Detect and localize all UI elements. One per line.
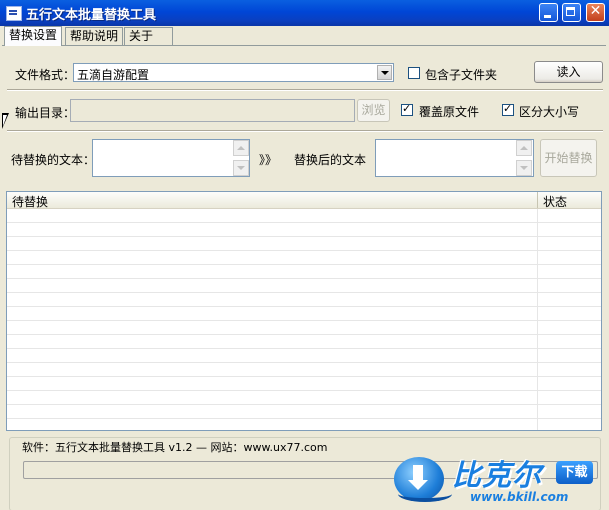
swoosh-icon: [398, 486, 452, 502]
main-window: 五行文本批量替换工具 ✕ 替换设置 帮助说明 关于 文件格式： 五滴自游配置 包…: [0, 0, 609, 510]
include-subfolders-label: 包含子文件夹: [425, 68, 498, 82]
maximize-icon: [566, 7, 575, 16]
minimize-icon: [544, 15, 551, 18]
software-info: 软件：五行文本批量替换工具 v1.2 — 网站：www.ux77.com: [20, 439, 330, 455]
file-format-label: 文件格式：: [15, 68, 76, 82]
find-label: 待替换的文本：: [11, 153, 96, 167]
separator: [7, 130, 603, 132]
file-format-value: 五滴自游配置: [77, 68, 150, 82]
chevron-down-icon[interactable]: [377, 65, 392, 80]
list-body[interactable]: [7, 209, 601, 430]
column-divider[interactable]: [537, 192, 538, 208]
minimize-button[interactable]: [539, 3, 558, 22]
output-dir-field[interactable]: [70, 99, 355, 122]
column-line: [537, 209, 538, 430]
include-subfolders-checkbox[interactable]: [408, 67, 420, 79]
file-format-select[interactable]: 五滴自游配置: [73, 63, 394, 82]
arrow-label: 》》: [259, 153, 278, 167]
case-sensitive-checkbox[interactable]: [502, 102, 514, 116]
scroll-up-icon[interactable]: [233, 140, 249, 156]
replace-label: 替换后的文本: [294, 153, 367, 167]
overwrite-checkbox[interactable]: [401, 102, 413, 116]
tab-divider: [2, 45, 606, 46]
case-sensitive-label: 区分大小写: [519, 105, 580, 119]
start-replace-button[interactable]: 开始替换: [540, 139, 597, 177]
window-title: 五行文本批量替换工具: [26, 8, 157, 23]
file-list[interactable]: 待替换 状态: [6, 191, 602, 431]
find-text-area[interactable]: [92, 139, 250, 177]
close-button[interactable]: ✕: [586, 3, 605, 22]
tab-replace-settings[interactable]: 替换设置: [4, 26, 63, 46]
scroll-up-icon[interactable]: [516, 140, 532, 156]
column-header-pending[interactable]: 待替换: [12, 193, 48, 210]
title-bar[interactable]: 五行文本批量替换工具 ✕: [0, 0, 609, 26]
replace-text-area[interactable]: [375, 139, 534, 177]
maximize-button[interactable]: [562, 3, 581, 22]
list-header: 待替换 状态: [7, 192, 601, 209]
tab-help[interactable]: 帮助说明: [65, 27, 124, 45]
watermark-brand: 比克尔: [452, 458, 543, 492]
close-icon: ✕: [589, 3, 602, 19]
tab-about[interactable]: 关于: [124, 27, 173, 45]
overwrite-label: 覆盖原文件: [419, 105, 480, 119]
separator: [7, 89, 603, 91]
scroll-down-icon[interactable]: [233, 160, 249, 176]
app-icon[interactable]: [6, 6, 22, 21]
watermark-badge: 下载: [556, 461, 593, 484]
browse-button[interactable]: 浏览: [357, 99, 390, 122]
column-header-status[interactable]: 状态: [543, 193, 567, 210]
output-dir-label: 输出目录：: [15, 106, 76, 120]
scroll-down-icon[interactable]: [516, 160, 532, 176]
mouse-cursor-icon: [2, 113, 9, 129]
read-button[interactable]: 读入: [534, 61, 603, 83]
watermark-url: www.bkill.com: [470, 490, 569, 504]
